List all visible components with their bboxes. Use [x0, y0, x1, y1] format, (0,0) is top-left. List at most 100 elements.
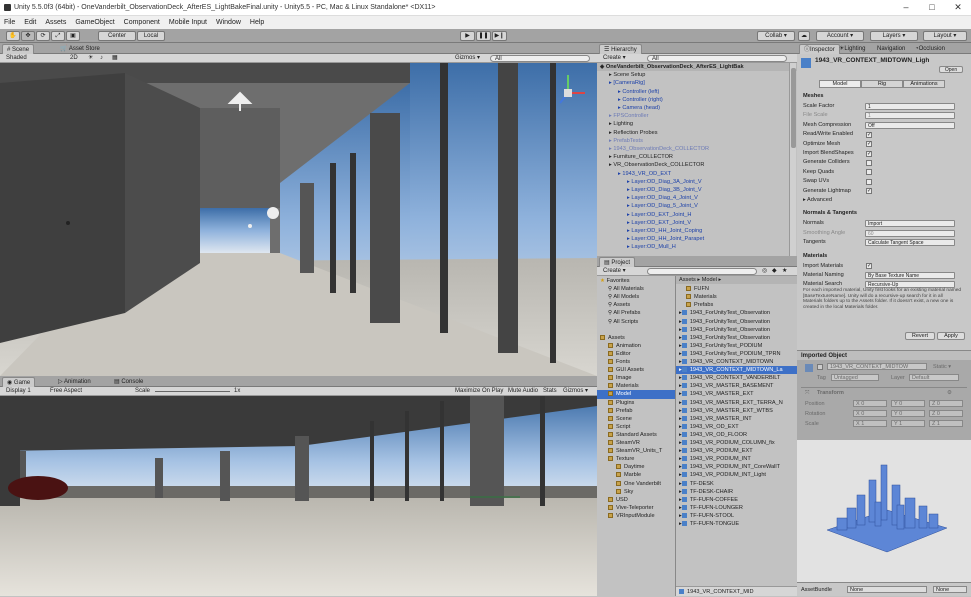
menu-item-window[interactable]: Window — [216, 16, 241, 29]
hierarchy-create-dropdown[interactable]: Create ▾ — [603, 54, 626, 63]
setting-value-field[interactable]: 60 — [865, 229, 955, 237]
project-asset-item[interactable]: ▸ 1943_VR_MASTER_EXT_WTBS — [676, 407, 797, 415]
tab-navigation[interactable]: Navigation — [873, 44, 909, 54]
maximize-on-play-toggle[interactable]: Maximize On Play — [455, 387, 503, 396]
setting-value-field[interactable]: By Base Texture Name — [865, 272, 955, 279]
assetbundle-dropdown[interactable]: None — [847, 586, 927, 593]
setting-value-field[interactable]: 1 — [865, 103, 955, 110]
scene-gizmos-dropdown[interactable]: Gizmos ▾ — [455, 54, 480, 63]
project-asset-item[interactable]: Prefabs — [676, 301, 797, 309]
hierarchy-item[interactable]: ▸ Layer:OD_HH_Joint_Parapet — [597, 235, 797, 243]
hierarchy-scrollbar[interactable] — [789, 63, 796, 256]
tab-project[interactable]: ▤ Project — [599, 257, 636, 267]
pause-button[interactable]: ❚❚ — [476, 31, 491, 41]
project-asset-item[interactable]: ▸ 1943_VR_OD_FLOOR — [676, 431, 797, 439]
transform-x-field[interactable]: X 0 — [853, 410, 887, 417]
transform-z-field[interactable]: Z 1 — [929, 420, 963, 427]
project-folder[interactable]: ⚲ All Models — [597, 293, 675, 301]
project-asset-item[interactable]: ▸ 1943_VR_MASTER_EXT_TERRA_N — [676, 399, 797, 407]
setting-checkbox[interactable]: ✓ — [866, 263, 872, 270]
setting-checkbox[interactable]: ✓ — [866, 141, 872, 148]
hierarchy-item[interactable]: ▸ Controller (right) — [597, 96, 797, 104]
setting-checkbox[interactable] — [866, 169, 872, 176]
tab-scene[interactable]: # Scene — [2, 44, 35, 54]
cloud-button[interactable]: ☁ — [798, 31, 810, 41]
menu-item-component[interactable]: Component — [124, 16, 160, 29]
project-search-input[interactable] — [647, 268, 757, 275]
project-folder[interactable]: Standard Assets — [597, 431, 675, 439]
transform-z-field[interactable]: Z 0 — [929, 400, 963, 407]
project-folder[interactable]: Editor — [597, 350, 675, 358]
hierarchy-item[interactable]: ▸ Layer:OD_Mull_H — [597, 243, 797, 251]
project-create-dropdown[interactable]: Create ▾ — [603, 267, 626, 276]
menu-item-edit[interactable]: Edit — [24, 16, 36, 29]
project-folder[interactable]: Daytime — [597, 463, 675, 471]
hand-tool-button[interactable]: ✋ — [6, 31, 20, 41]
project-asset-item[interactable]: FUFN — [676, 285, 797, 293]
mute-audio-toggle[interactable]: Mute Audio — [508, 387, 538, 396]
project-asset-item[interactable]: ▸ 1943_VR_PODIUM_INT_Light — [676, 471, 797, 479]
transform-y-field[interactable]: Y 0 — [891, 400, 925, 407]
hierarchy-item[interactable]: ▸ Layer:OD_HH_Joint_Coping — [597, 227, 797, 235]
project-folder[interactable]: Scene — [597, 415, 675, 423]
project-folder[interactable]: USD — [597, 496, 675, 504]
project-folder[interactable]: Model — [597, 390, 675, 399]
hierarchy-item[interactable]: ▸ Lighting — [597, 120, 797, 128]
project-asset-item[interactable]: Materials — [676, 293, 797, 301]
play-button[interactable]: ▶ — [460, 31, 475, 41]
project-folder[interactable]: Marble — [597, 471, 675, 479]
tab-model[interactable]: Model — [819, 80, 861, 88]
layer-dropdown[interactable]: Default — [909, 374, 959, 381]
project-folder[interactable]: Animation — [597, 342, 675, 350]
effects-toggle-icon[interactable]: ▦ — [112, 54, 118, 63]
hierarchy-search-input[interactable]: All — [647, 55, 787, 62]
project-folder[interactable]: ⚲ Assets — [597, 301, 675, 309]
rotate-tool-button[interactable]: ⟳ — [36, 31, 50, 41]
apply-button[interactable]: Apply — [937, 332, 965, 340]
rect-tool-button[interactable]: ▣ — [66, 31, 80, 41]
project-folder[interactable]: Image — [597, 374, 675, 382]
transform-z-field[interactable]: Z 0 — [929, 410, 963, 417]
project-folder[interactable]: ⚲ All Prefabs — [597, 309, 675, 317]
setting-value-field[interactable]: Calculate Tangent Space — [865, 239, 955, 247]
project-asset-item[interactable]: ▸ TF-FUFN-COFFEE — [676, 496, 797, 504]
transform-y-field[interactable]: Y 1 — [891, 420, 925, 427]
menu-item-assets[interactable]: Assets — [45, 16, 66, 29]
hierarchy-item[interactable]: ▸ VR_ObservationDeck_COLLECTOR — [597, 161, 797, 169]
layout-dropdown[interactable]: Layout ▾ — [923, 31, 967, 41]
component-settings-icon[interactable]: ⚙ — [947, 390, 952, 396]
project-folder[interactable]: Prefab — [597, 407, 675, 415]
project-asset-item[interactable]: ▸ 1943_ForUnityTest_Observation — [676, 334, 797, 342]
project-breadcrumb[interactable]: Assets ▸ Model ▸ — [676, 276, 797, 285]
game-gizmos-dropdown[interactable]: Gizmos ▾ — [563, 387, 588, 396]
layers-dropdown[interactable]: Layers ▾ — [870, 31, 918, 41]
project-asset-item[interactable]: ▸ 1943_VR_CONTEXT_MIDTOWN_La — [676, 366, 797, 375]
project-folder[interactable]: SteamVR — [597, 439, 675, 447]
project-asset-item[interactable]: ▸ 1943_VR_PODIUM_COLUMN_fix — [676, 439, 797, 447]
scene-root-item[interactable]: ◈ OneVanderbilt_ObservationDeck_AfterES_… — [597, 63, 797, 72]
hierarchy-item[interactable]: ▸ [CameraRig] — [597, 79, 797, 87]
setting-value-field[interactable]: Import — [865, 220, 955, 228]
account-dropdown[interactable]: Account ▾ — [816, 31, 864, 41]
menu-item-help[interactable]: Help — [250, 16, 264, 29]
project-asset-item[interactable]: ▸ 1943_ForUnityTest_PODIUM — [676, 342, 797, 350]
hierarchy-item[interactable]: ▸ Layer:OD_Diag_3B_Joint_V — [597, 186, 797, 194]
project-asset-item[interactable]: ▸ 1943_VR_PODIUM_INT — [676, 455, 797, 463]
project-asset-item[interactable]: ▸ 1943_VR_MASTER_EXT — [676, 390, 797, 398]
model-preview[interactable] — [797, 440, 971, 582]
tab-lighting[interactable]: ☀Lighting — [835, 44, 869, 54]
stats-toggle[interactable]: Stats — [543, 387, 557, 396]
tab-occlusion[interactable]: ◔Occlusion — [911, 44, 949, 54]
setting-checkbox[interactable]: ✓ — [866, 188, 872, 195]
tab-rig[interactable]: Rig — [861, 80, 903, 88]
hierarchy-item[interactable]: ▸ Layer:OD_EXT_Joint_H — [597, 211, 797, 219]
setting-checkbox[interactable] — [866, 178, 872, 185]
project-folder[interactable]: Plugins — [597, 399, 675, 407]
hierarchy-item[interactable]: ▸ Layer:OD_Diag_3A_Joint_V — [597, 178, 797, 186]
scene-search-input[interactable]: All — [490, 55, 590, 62]
project-folder[interactable]: SteamVR_Units_T — [597, 447, 675, 455]
game-viewport[interactable] — [0, 396, 597, 596]
project-asset-item[interactable]: ▸ TF-DESK — [676, 480, 797, 488]
project-folder[interactable]: One Vanderbilt — [597, 480, 675, 488]
project-folder[interactable]: Materials — [597, 382, 675, 390]
